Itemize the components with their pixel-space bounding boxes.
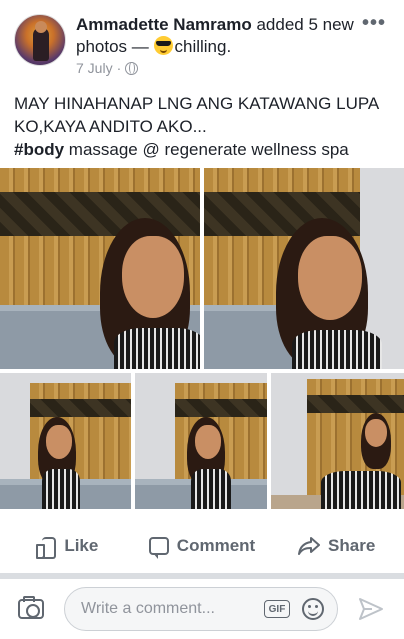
post-text: MAY HINAHANAP LNG ANG KATAWANG LUPA KO,K… xyxy=(14,92,394,161)
share-button[interactable]: Share xyxy=(269,522,404,570)
post-header: Ammadette Namramo added 5 new photos — c… xyxy=(0,0,404,88)
photo-person xyxy=(38,417,88,509)
gif-button[interactable]: GIF xyxy=(264,600,290,618)
photo-2[interactable] xyxy=(204,168,404,369)
post-meta: 7 July · xyxy=(76,60,139,76)
post-headline: Ammadette Namramo added 5 new photos — c… xyxy=(76,14,356,58)
photo-4[interactable] xyxy=(135,373,267,509)
photo-decor-band xyxy=(175,399,267,417)
photo-person xyxy=(321,413,401,509)
photo-1[interactable] xyxy=(0,168,200,369)
send-icon[interactable] xyxy=(358,597,384,621)
feeling-text[interactable]: chilling. xyxy=(175,37,232,56)
comment-bubble-icon xyxy=(148,537,169,559)
comment-input[interactable] xyxy=(64,587,338,631)
hashtag-link[interactable]: #body xyxy=(14,140,64,159)
photo-decor-band xyxy=(307,395,404,413)
photo-decor-band xyxy=(30,399,131,417)
comment-composer: GIF xyxy=(0,579,404,639)
post-text-line1: MAY HINAHANAP LNG ANG KATAWANG LUPA KO,K… xyxy=(14,94,379,136)
photo-3[interactable] xyxy=(0,373,131,509)
author-name[interactable]: Ammadette Namramo xyxy=(76,15,252,34)
photo-person xyxy=(100,218,200,369)
cool-sunglasses-emoji-icon xyxy=(153,36,173,55)
author-avatar[interactable] xyxy=(14,14,66,66)
more-options-icon[interactable]: ••• xyxy=(362,13,386,33)
share-label: Share xyxy=(328,536,376,555)
post-action-bar: Like Comment Share xyxy=(0,522,404,570)
photo-5[interactable] xyxy=(271,373,404,509)
camera-icon[interactable] xyxy=(18,596,44,619)
photo-person xyxy=(276,218,386,369)
meta-separator: · xyxy=(116,60,122,76)
avatar-head xyxy=(35,21,47,33)
like-label: Like xyxy=(64,536,99,555)
photo-person xyxy=(187,417,237,509)
sticker-smiley-icon[interactable] xyxy=(302,598,324,620)
post-text-line2: massage @ regenerate wellness spa xyxy=(64,140,349,159)
share-arrow-icon xyxy=(298,537,321,555)
globe-icon xyxy=(125,61,139,75)
thumbs-up-icon xyxy=(36,536,57,559)
comment-button[interactable]: Comment xyxy=(135,522,270,570)
post-date[interactable]: 7 July xyxy=(76,60,113,76)
comment-label: Comment xyxy=(176,536,256,555)
like-button[interactable]: Like xyxy=(0,522,135,570)
